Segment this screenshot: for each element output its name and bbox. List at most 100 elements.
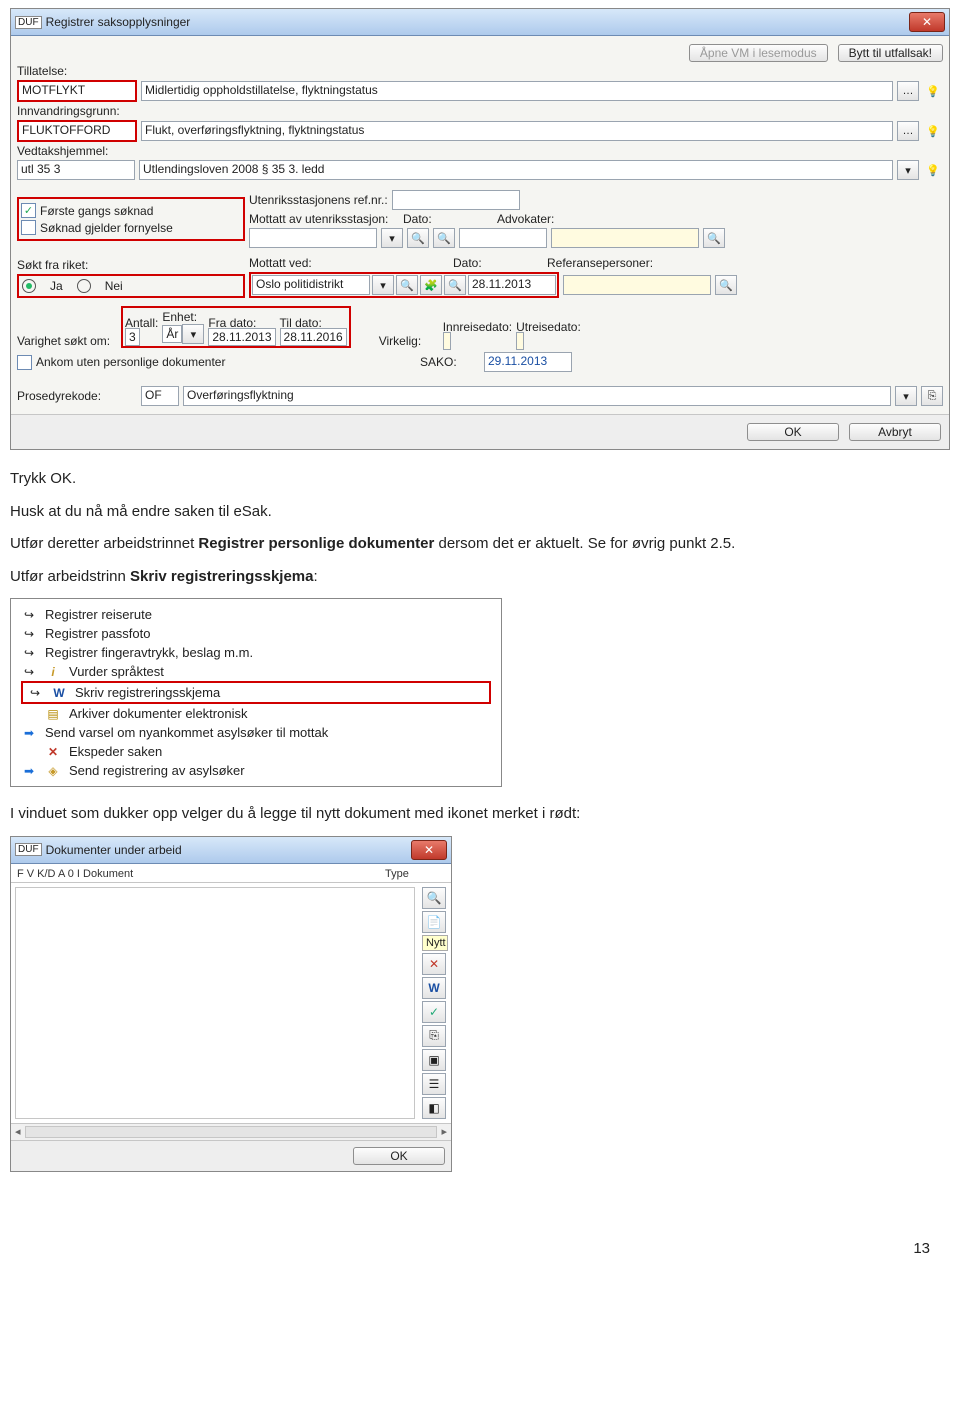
utenriks-ref-input[interactable] <box>392 190 520 210</box>
list-item[interactable]: ▤Arkiver dokumenter elektronisk <box>21 704 491 723</box>
scroll-left-icon[interactable]: ◂ <box>15 1125 21 1138</box>
screenshot-dokumenter: DUF Dokumenter under arbeid ✕ F V K/D A … <box>10 836 452 1172</box>
close-icon: ✕ <box>45 745 61 759</box>
dropdown-button[interactable]: ▾ <box>897 160 919 180</box>
tool-icon[interactable]: ☰ <box>422 1073 446 1095</box>
ankom-checkbox[interactable] <box>17 355 32 370</box>
search-icon[interactable]: 🔍 <box>433 228 455 248</box>
search-icon[interactable]: 🔍 <box>715 275 737 295</box>
mottatt-av-label: Mottatt av utenriksstasjon: <box>249 212 399 226</box>
switch-case-button[interactable]: Bytt til utfallsak! <box>838 44 943 62</box>
mottatt-ved-input[interactable]: Oslo politidistrikt <box>252 275 370 295</box>
tool-icon[interactable]: ◧ <box>422 1097 446 1119</box>
arrow-icon: ↪ <box>21 608 37 622</box>
list-item-selected[interactable]: ↪WSkriv registreringsskjema <box>21 681 491 704</box>
dato-label: Dato: <box>403 212 493 226</box>
utreise-input[interactable] <box>516 332 524 350</box>
antall-input[interactable]: 3 <box>125 328 140 346</box>
innreise-label: Innreisedato: <box>443 320 512 334</box>
delete-icon[interactable]: ✕ <box>422 953 446 975</box>
dato-input[interactable] <box>459 228 547 248</box>
arrow-icon: ↪ <box>27 686 43 700</box>
varighet-label: Varighet søkt om: <box>17 334 117 348</box>
list-item[interactable]: ↪Registrer reiserute <box>21 605 491 624</box>
list-item[interactable]: ↪Registrer passfoto <box>21 624 491 643</box>
send-icon: ➡ <box>21 764 37 778</box>
send-icon: ➡ <box>21 726 37 740</box>
prosedyre-desc-input[interactable]: Overføringsflyktning <box>183 386 891 406</box>
ja-label: Ja <box>50 279 63 293</box>
new-document-button[interactable]: 📄 <box>422 911 446 933</box>
check-icon[interactable]: ✓ <box>422 1001 446 1023</box>
til-dato-input[interactable]: 28.11.2016 <box>280 328 347 346</box>
tool-icon[interactable]: 🔍 <box>396 275 418 295</box>
tool-icon[interactable]: ▣ <box>422 1049 446 1071</box>
word-icon[interactable]: W <box>422 977 446 999</box>
close-icon[interactable]: ✕ <box>411 840 447 860</box>
tool-icon[interactable]: 🧩 <box>420 275 442 295</box>
window-titlebar: DUF Dokumenter under arbeid ✕ <box>11 837 451 864</box>
more-button[interactable]: … <box>897 121 919 141</box>
dropdown-icon[interactable]: ▾ <box>895 386 917 406</box>
ok-button[interactable]: OK <box>353 1147 445 1165</box>
open-vm-button[interactable]: Åpne VM i lesemodus <box>689 44 828 62</box>
page-number: 13 <box>0 1200 960 1267</box>
sako-input[interactable]: 29.11.2013 <box>484 352 572 372</box>
ok-button[interactable]: OK <box>747 423 839 441</box>
blank-icon <box>21 745 37 759</box>
tillatelse-desc-input[interactable]: Midlertidig oppholdstillatelse, flyktnin… <box>141 81 893 101</box>
horizontal-scrollbar[interactable]: ◂ ▸ <box>11 1123 451 1140</box>
text-trykk-ok: Trykk OK. <box>10 468 950 491</box>
forste-label: Første gangs søknad <box>40 204 153 218</box>
fornyelse-label: Søknad gjelder fornyelse <box>40 221 173 235</box>
innreise-input[interactable] <box>443 332 451 350</box>
utreise-label: Utreisedato: <box>516 320 581 334</box>
column-headers: F V K/D A 0 I Dokument Type <box>11 864 451 883</box>
search-icon[interactable]: 🔍 <box>422 887 446 909</box>
forste-checkbox[interactable]: ✓ <box>21 203 36 218</box>
refpers-input[interactable] <box>563 275 711 295</box>
more-button[interactable]: … <box>897 81 919 101</box>
document-list[interactable] <box>15 887 415 1119</box>
ja-radio[interactable] <box>22 279 36 293</box>
vedtakshjemmel-label: Vedtakshjemmel: <box>17 144 108 158</box>
tillatelse-code-input[interactable]: MOTFLYKT <box>17 80 137 102</box>
dropdown-icon[interactable]: ▾ <box>182 324 204 344</box>
screenshot-task-list: ↪Registrer reiserute ↪Registrer passfoto… <box>10 598 502 787</box>
window-title: Registrer saksopplysninger <box>46 15 191 29</box>
bulb-icon: 💡 <box>923 161 943 179</box>
tool-icon[interactable]: 🔍 <box>444 275 466 295</box>
fra-dato-input[interactable]: 28.11.2013 <box>208 328 275 346</box>
dropdown-icon[interactable]: ▾ <box>372 275 394 295</box>
close-icon[interactable]: ✕ <box>909 12 945 32</box>
enhet-input[interactable]: År <box>162 325 182 343</box>
innv-code-input[interactable]: FLUKTOFFORD <box>17 120 137 142</box>
list-item[interactable]: ↪iVurder språktest <box>21 662 491 681</box>
search-icon[interactable]: 🔍 <box>407 228 429 248</box>
ved-code-input[interactable]: utl 35 3 <box>17 160 135 180</box>
list-item[interactable]: ✕Ekspeder saken <box>21 742 491 761</box>
tillatelse-label: Tillatelse: <box>17 64 137 78</box>
nei-radio[interactable] <box>77 279 91 293</box>
fornyelse-checkbox[interactable] <box>21 220 36 235</box>
innv-desc-input[interactable]: Flukt, overføringsflyktning, flyktningst… <box>141 121 893 141</box>
bulb-icon: 💡 <box>923 82 943 100</box>
tool-icon[interactable]: ⎘ <box>422 1025 446 1047</box>
prosedyre-code-input[interactable]: OF <box>141 386 179 406</box>
mottatt-dato-input[interactable]: 28.11.2013 <box>468 275 556 295</box>
dato-label: Dato: <box>453 256 543 270</box>
list-item[interactable]: ➡◈Send registrering av asylsøker <box>21 761 491 780</box>
list-item[interactable]: ↪Registrer fingeravtrykk, beslag m.m. <box>21 643 491 662</box>
advokater-input[interactable] <box>551 228 699 248</box>
list-item[interactable]: ➡Send varsel om nyankommet asylsøker til… <box>21 723 491 742</box>
avbryt-button[interactable]: Avbryt <box>849 423 941 441</box>
mottatt-av-input[interactable] <box>249 228 377 248</box>
dropdown-icon[interactable]: ▾ <box>381 228 403 248</box>
search-icon[interactable]: 🔍 <box>703 228 725 248</box>
scroll-right-icon[interactable]: ▸ <box>441 1125 447 1138</box>
mottatt-ved-label: Mottatt ved: <box>249 256 449 270</box>
nei-label: Nei <box>105 279 123 293</box>
ved-desc-input[interactable]: Utlendingsloven 2008 § 35 3. ledd <box>139 160 893 180</box>
tool-icon[interactable]: ⎘ <box>921 386 943 406</box>
arrow-icon: ↪ <box>21 627 37 641</box>
